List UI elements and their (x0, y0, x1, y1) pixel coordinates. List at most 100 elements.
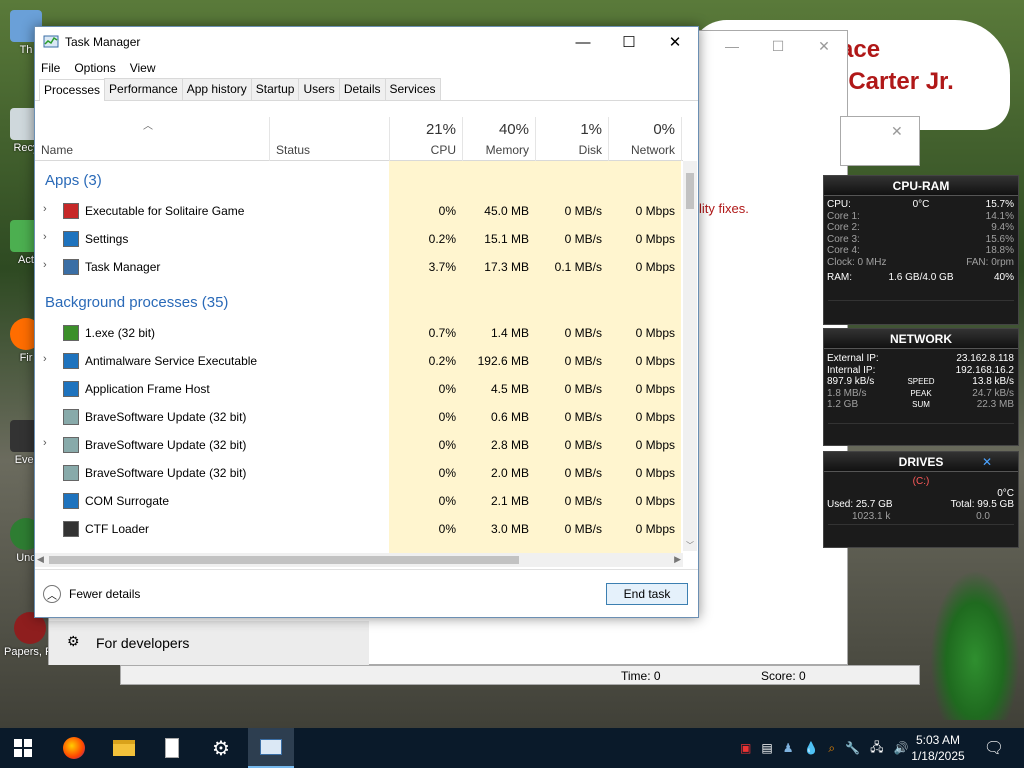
process-row[interactable]: › Antimalware Service Executable 0.2% 192.6… (35, 347, 683, 375)
people-icon[interactable]: ♟ (783, 741, 794, 755)
process-row[interactable]: BraveSoftware Update (32 bit) 0% 2.0 MB 0 M… (35, 459, 683, 487)
process-icon (63, 231, 79, 247)
scroll-right-icon[interactable]: ▶ (674, 554, 681, 565)
gadget-title: CPU-RAM (824, 176, 1018, 196)
maximize-icon[interactable]: ☐ (755, 31, 801, 61)
process-cpu-value: 0% (438, 382, 456, 396)
volume-icon[interactable]: 🔊 (893, 741, 908, 755)
scroll-thumb[interactable] (686, 173, 694, 209)
process-name: Antimalware Service Executable (85, 354, 258, 368)
title-bar[interactable]: Task Manager — ☐ ✕ (35, 27, 698, 57)
settings-gear-icon[interactable]: ⚙ (207, 734, 235, 762)
notifications-icon[interactable]: 🗨 (980, 734, 1008, 762)
process-icon (63, 203, 79, 219)
process-icon (63, 493, 79, 509)
process-icon (63, 259, 79, 275)
process-mem-value: 2.1 MB (490, 494, 529, 508)
time-readout: Time: 0 (621, 669, 661, 683)
end-task-button[interactable]: End task (606, 583, 688, 605)
expand-chevron-icon[interactable]: › (43, 231, 47, 243)
expand-chevron-icon[interactable]: › (43, 259, 47, 271)
expand-chevron-icon[interactable]: › (43, 437, 47, 449)
process-mem-value: 17.3 MB (484, 260, 529, 274)
process-disk-value: 0 MB/s (564, 354, 602, 368)
expand-chevron-icon[interactable]: › (43, 353, 47, 365)
solitaire-window-strip: Time: 0 Score: 0 (120, 665, 920, 685)
horizontal-scrollbar[interactable]: ◀ ▶ (35, 553, 683, 567)
process-name: 1.exe (32 bit) (85, 326, 156, 340)
clock-date: 1/18/2025 (911, 749, 965, 763)
maximize-button[interactable]: ☐ (606, 27, 652, 57)
process-icon (63, 437, 79, 453)
scroll-down-icon[interactable]: ﹀ (686, 540, 694, 551)
process-disk-value: 0 MB/s (564, 204, 602, 218)
scroll-left-icon[interactable]: ◀ (37, 554, 44, 565)
process-cpu-value: 0% (438, 494, 456, 508)
fewer-details-button[interactable]: ︿ Fewer details (43, 585, 140, 603)
process-disk-value: 0 MB/s (564, 410, 602, 424)
process-row[interactable]: COM Surrogate 0% 2.1 MB 0 MB/s 0 Mbps (35, 487, 683, 515)
process-name: Settings (85, 232, 129, 246)
column-status[interactable]: Status (269, 117, 389, 161)
tab-processes[interactable]: Processes (39, 79, 106, 101)
process-row[interactable]: Application Frame Host 0% 4.5 MB 0 MB/s 0 Mb… (35, 375, 683, 403)
firefox-taskbar-icon[interactable] (60, 734, 88, 762)
search-tray-icon[interactable]: ⌕ (828, 741, 835, 756)
drop-icon[interactable]: 💧 (803, 741, 818, 755)
process-row[interactable]: › Executable for Solitaire Game 0% 45.0 MB 0… (35, 197, 683, 225)
process-net-value: 0 Mbps (635, 326, 675, 340)
process-row[interactable]: › Task Manager 3.7% 17.3 MB 0.1 MB/s 0 Mbps (35, 253, 683, 281)
close-icon[interactable]: ✕ (801, 31, 847, 61)
process-row[interactable]: 1.exe (32 bit) 0.7% 1.4 MB 0 MB/s 0 Mbps (35, 319, 683, 347)
vertical-scrollbar[interactable]: ﹀ (683, 161, 697, 551)
tray-app-icon[interactable]: ▤ (761, 741, 772, 755)
scroll-thumb[interactable] (49, 556, 519, 564)
solitaire-taskbar-icon[interactable] (158, 734, 186, 762)
tab-services[interactable]: Services (384, 78, 441, 100)
minimize-button[interactable]: — (560, 27, 606, 57)
column-power[interactable]: P (681, 117, 683, 161)
for-developers-link[interactable]: For developers (96, 635, 189, 651)
task-manager-icon (43, 35, 59, 48)
tab-details[interactable]: Details (338, 78, 386, 100)
column-name[interactable]: ︿ Name (35, 117, 269, 161)
process-net-value: 0 Mbps (635, 410, 675, 424)
tab-startup[interactable]: Startup (250, 78, 300, 100)
tab-performance[interactable]: Performance (104, 78, 183, 100)
windows-logo-icon (14, 739, 32, 757)
menu-options[interactable]: Options (74, 61, 115, 75)
process-row[interactable]: BraveSoftware Update (32 bit) 0% 0.6 MB 0 M… (35, 403, 683, 431)
process-row[interactable]: CTF Loader 0% 3.0 MB 0 MB/s 0 Mbps (35, 515, 683, 543)
menu-file[interactable]: File (41, 61, 60, 75)
expand-chevron-icon[interactable]: › (43, 203, 47, 215)
tab-app-history[interactable]: App history (181, 78, 252, 100)
close-icon[interactable]: ✕ (891, 123, 903, 140)
process-disk-value: 0 MB/s (564, 326, 602, 340)
start-button[interactable] (9, 734, 37, 762)
process-mem-value: 0.6 MB (490, 410, 529, 424)
tab-users[interactable]: Users (298, 78, 340, 100)
network-icon[interactable]: 🖧 (870, 738, 883, 759)
wrench-icon[interactable]: 🔧 (845, 741, 860, 755)
tools-icon[interactable]: ✕ (982, 455, 992, 469)
network-graph (828, 423, 1014, 445)
security-icon[interactable]: ▣ (740, 741, 751, 755)
window-controls: — ☐ ✕ (560, 27, 698, 57)
minimize-icon[interactable]: — (709, 31, 755, 61)
footer-bar: ︿ Fewer details End task (35, 569, 698, 617)
process-row[interactable]: › Settings 0.2% 15.1 MB 0 MB/s 0 Mbps (35, 225, 683, 253)
task-manager-window[interactable]: Task Manager — ☐ ✕ File Options View Pro… (34, 26, 699, 618)
column-cpu[interactable]: 21% CPU (389, 117, 462, 161)
column-network[interactable]: 0% Network (608, 117, 681, 161)
process-row[interactable]: › BraveSoftware Update (32 bit) 0% 2.8 MB 0 … (35, 431, 683, 459)
column-disk[interactable]: 1% Disk (535, 117, 608, 161)
process-name: Executable for Solitaire Game (85, 204, 245, 218)
file-explorer-icon[interactable] (110, 734, 138, 762)
task-manager-taskbar-icon[interactable] (248, 728, 294, 768)
chevron-up-icon: ︿ (43, 585, 61, 603)
close-button[interactable]: ✕ (652, 27, 698, 57)
sign-line-2: l Carter Jr. (835, 68, 954, 95)
clock[interactable]: 5:03 AM 1/18/2025 (908, 732, 968, 764)
column-memory[interactable]: 40% Memory (462, 117, 535, 161)
menu-view[interactable]: View (130, 61, 156, 75)
